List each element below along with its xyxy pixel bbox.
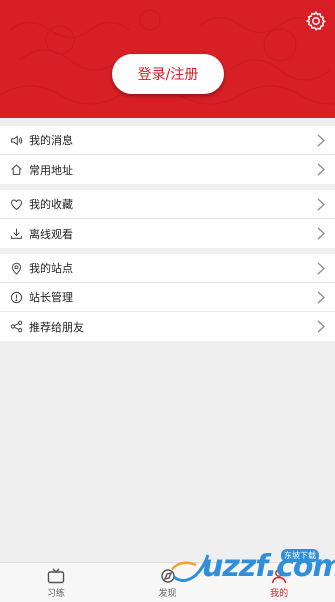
location-pin-icon — [9, 261, 23, 275]
menu-item-addresses[interactable]: 常用地址 — [0, 155, 335, 184]
tab-label: 习练 — [46, 589, 65, 599]
menu-group-1: 我的消息 常用地址 — [0, 126, 335, 184]
chevron-right-icon — [317, 262, 325, 275]
speaker-icon — [9, 133, 23, 147]
gear-icon — [305, 11, 326, 31]
menu-item-offline[interactable]: 离线观看 — [0, 219, 335, 248]
login-register-button[interactable]: 登录/注册 — [112, 54, 224, 94]
chevron-right-icon — [317, 134, 325, 147]
tab-practice[interactable]: 习练 — [0, 563, 112, 602]
profile-header: 登录/注册 — [0, 0, 335, 118]
share-icon — [9, 320, 23, 334]
menu-group-3: 我的站点 站长管理 推荐给朋友 — [0, 254, 335, 341]
menu-group-2: 我的收藏 离线观看 — [0, 190, 335, 248]
home-icon — [9, 163, 23, 177]
menu-item-label: 我的收藏 — [29, 198, 73, 211]
download-icon — [9, 227, 23, 241]
menu-item-label: 推荐给朋友 — [29, 320, 84, 334]
menu-item-share[interactable]: 推荐给朋友 — [0, 312, 335, 341]
menu-item-label: 离线观看 — [29, 227, 73, 241]
menu-item-label: 站长管理 — [29, 291, 73, 304]
watermark-badge: 东坡下载 — [281, 549, 319, 562]
menu-item-admin[interactable]: 站长管理 — [0, 283, 335, 312]
login-register-label: 登录/注册 — [137, 67, 199, 83]
heart-icon — [9, 197, 23, 211]
chevron-right-icon — [317, 227, 325, 240]
chevron-right-icon — [317, 163, 325, 176]
menu-item-label: 我的站点 — [29, 262, 73, 275]
watermark-logo: uzzf.com 东坡下载 — [170, 543, 335, 593]
settings-button[interactable] — [305, 10, 327, 32]
chevron-right-icon — [317, 198, 325, 211]
menu-item-label: 我的消息 — [29, 134, 73, 147]
menu-item-label: 常用地址 — [29, 163, 73, 177]
menu-item-favorites[interactable]: 我的收藏 — [0, 190, 335, 219]
tv-icon — [47, 568, 65, 584]
chevron-right-icon — [317, 291, 325, 304]
chevron-right-icon — [317, 320, 325, 333]
badge-icon — [9, 290, 23, 304]
menu-item-my-sites[interactable]: 我的站点 — [0, 254, 335, 283]
menu-item-messages[interactable]: 我的消息 — [0, 126, 335, 155]
